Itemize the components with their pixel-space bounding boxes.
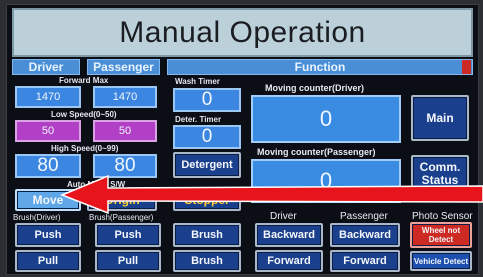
header-function: Function [167, 59, 473, 75]
push-passenger-button[interactable]: Push [95, 223, 161, 247]
driver-label: Driver [270, 211, 297, 222]
passenger-label: Passenger [340, 211, 388, 222]
brush-button-1[interactable]: Brush [173, 223, 241, 247]
forward-max-passenger-field[interactable]: 1470 [93, 86, 157, 108]
main-button[interactable]: Main [411, 95, 469, 141]
forward-max-label: Forward Max [59, 76, 109, 85]
high-speed-label: High Speed(0~99) [51, 144, 119, 153]
photo-sensor-label: Photo Sensor [412, 211, 473, 222]
counter-driver-value: 0 [251, 95, 401, 143]
counter-driver-label: Moving counter(Driver) [265, 83, 365, 93]
high-speed-passenger-field[interactable]: 80 [93, 154, 157, 178]
pull-passenger-button[interactable]: Pull [95, 250, 161, 272]
deter-timer-field[interactable]: 0 [173, 125, 241, 149]
page-title: Manual Operation [12, 8, 473, 57]
forward-passenger-button[interactable]: Forward [330, 250, 400, 272]
push-driver-button[interactable]: Push [15, 223, 81, 247]
hmi-screen: Manual Operation Driver Passenger Functi… [6, 4, 479, 275]
brush-passenger-label: Brush(Passenger) [89, 213, 154, 222]
comm-status-button[interactable]: Comm. Status [411, 155, 469, 193]
wash-timer-field[interactable]: 0 [173, 88, 241, 112]
stopper-button[interactable]: Stopper [173, 189, 241, 211]
forward-driver-button[interactable]: Forward [255, 250, 323, 272]
counter-passenger-label: Moving counter(Passenger) [257, 147, 376, 157]
origin-button[interactable]: Origin [87, 189, 157, 211]
low-speed-label: Low Speed(0~50) [51, 110, 117, 119]
low-speed-passenger-field[interactable]: 50 [93, 120, 157, 142]
move-button[interactable]: Move [15, 189, 81, 211]
high-speed-driver-field[interactable]: 80 [15, 154, 81, 178]
header-indicator [462, 60, 471, 74]
backward-driver-button[interactable]: Backward [255, 223, 323, 247]
deter-timer-label: Deter. Timer [175, 115, 222, 124]
header-driver: Driver [12, 59, 80, 75]
low-speed-driver-field[interactable]: 50 [15, 120, 81, 142]
backward-passenger-button[interactable]: Backward [330, 223, 400, 247]
forward-max-driver-field[interactable]: 1470 [15, 86, 81, 108]
detergent-button[interactable]: Detergent [173, 152, 241, 178]
counter-passenger-value: 0 [251, 159, 401, 203]
pull-driver-button[interactable]: Pull [15, 250, 81, 272]
wash-timer-label: Wash Timer [175, 77, 220, 86]
auto-move-label: Auto Move S/W [67, 180, 126, 189]
brush-button-2[interactable]: Brush [173, 250, 241, 272]
header-passenger: Passenger [87, 59, 160, 75]
brush-driver-label: Brush(Driver) [13, 213, 61, 222]
vehicle-detect-indicator: Vehicle Detect [410, 251, 472, 271]
wheel-not-detect-indicator: Wheel not Detect [410, 222, 472, 248]
